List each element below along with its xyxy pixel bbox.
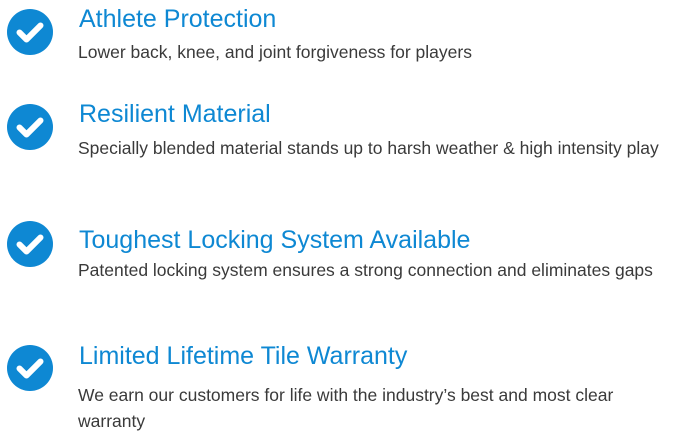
check-circle-icon — [7, 104, 53, 150]
feature-title: Toughest Locking System Available — [79, 226, 471, 254]
check-circle-icon — [7, 9, 53, 55]
check-circle-icon — [7, 345, 53, 391]
feature-list: Athlete Protection Lower back, knee, and… — [0, 0, 677, 440]
feature-title: Resilient Material — [79, 100, 271, 128]
feature-description: Lower back, knee, and joint forgiveness … — [78, 42, 472, 62]
feature-title: Athlete Protection — [79, 5, 277, 33]
check-circle-icon — [7, 221, 53, 267]
feature-description: We earn our customers for life with the … — [78, 385, 614, 431]
feature-description: Patented locking system ensures a strong… — [78, 260, 653, 280]
feature-title: Limited Lifetime Tile Warranty — [79, 342, 408, 370]
feature-description: Specially blended material stands up to … — [78, 138, 659, 158]
